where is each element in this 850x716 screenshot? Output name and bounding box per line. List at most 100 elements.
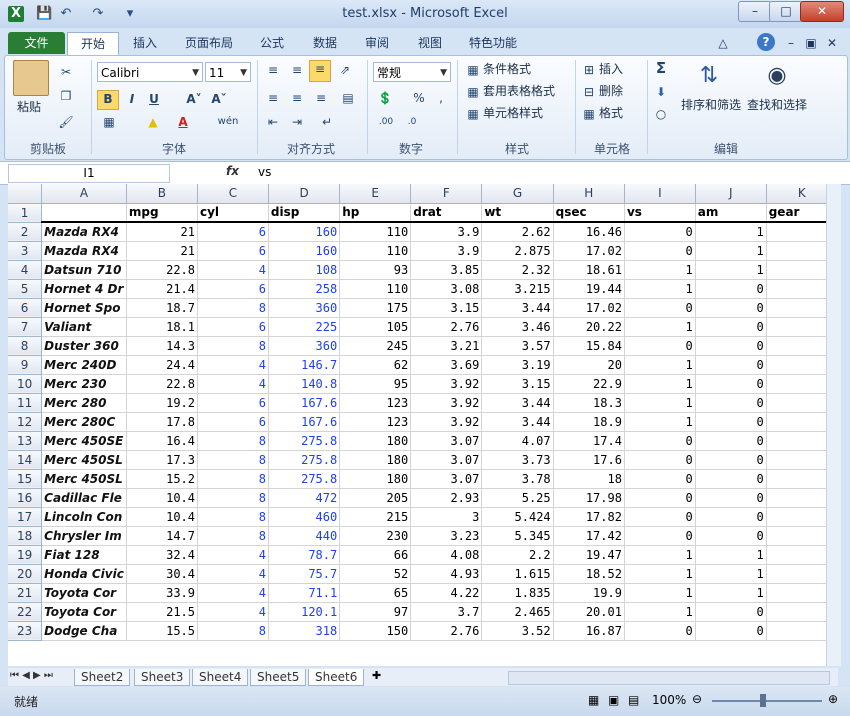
cell-f6[interactable]: 3.15 [410, 298, 483, 318]
cell-g20[interactable]: 1.615 [481, 564, 554, 584]
cell-a13[interactable]: Merc 450SE [41, 431, 127, 451]
cell-g6[interactable]: 3.44 [481, 298, 554, 318]
cell-c13[interactable]: 8 [197, 431, 269, 451]
decrease-decimal-icon[interactable]: .0 [401, 114, 423, 130]
border-icon[interactable]: ▦ [99, 114, 119, 130]
cell-f9[interactable]: 3.69 [410, 355, 483, 375]
cell-f3[interactable]: 3.9 [410, 241, 483, 261]
column-header-f[interactable]: F [410, 184, 483, 204]
find-select-button[interactable]: 查找和选择 [747, 96, 807, 114]
cell-h4[interactable]: 18.61 [553, 260, 625, 280]
cell-e23[interactable]: 150 [339, 621, 412, 641]
cell-i23[interactable]: 0 [624, 621, 696, 641]
cell-h14[interactable]: 17.6 [553, 450, 625, 470]
cell-d5[interactable]: 258 [268, 279, 341, 299]
cell-c22[interactable]: 4 [197, 602, 269, 622]
cell-i14[interactable]: 0 [624, 450, 696, 470]
column-header-d[interactable]: D [268, 184, 341, 204]
cell-c4[interactable]: 4 [197, 260, 269, 280]
row-header[interactable]: 12 [8, 412, 43, 432]
cell-a6[interactable]: Hornet Spo [41, 298, 127, 318]
cell-styles-button[interactable]: 单元格样式 [483, 104, 543, 122]
cell-a5[interactable]: Hornet 4 Dr [41, 279, 127, 299]
cell-j13[interactable]: 0 [695, 431, 767, 451]
select-all-corner[interactable] [8, 184, 43, 204]
sort-filter-icon[interactable]: ⇅ [693, 60, 725, 92]
conditional-format-button[interactable]: 条件格式 [483, 60, 531, 78]
page-layout-view-icon[interactable]: ▣ [608, 693, 619, 707]
cell-a20[interactable]: Honda Civic [41, 564, 127, 584]
cell-j6[interactable]: 0 [695, 298, 767, 318]
cell-d8[interactable]: 360 [268, 336, 341, 356]
cell-b18[interactable]: 14.7 [126, 526, 199, 546]
align-right-icon[interactable]: ≡ [311, 90, 331, 106]
tab-review[interactable]: 审阅 [357, 32, 397, 54]
row-header[interactable]: 11 [8, 393, 43, 413]
cell-i7[interactable]: 1 [624, 317, 696, 337]
minimize-button[interactable]: – [738, 1, 772, 22]
cell-a2[interactable]: Mazda RX4 [41, 222, 127, 242]
cell-e14[interactable]: 180 [339, 450, 412, 470]
cell-i16[interactable]: 0 [624, 488, 696, 508]
insert-function-icon[interactable]: fx [226, 164, 239, 178]
row-header[interactable]: 13 [8, 431, 43, 451]
cell-e1[interactable]: hp [339, 203, 412, 223]
cell-g14[interactable]: 3.73 [481, 450, 554, 470]
cell-b20[interactable]: 30.4 [126, 564, 199, 584]
cell-d12[interactable]: 167.6 [268, 412, 341, 432]
cell-h20[interactable]: 18.52 [553, 564, 625, 584]
cell-d21[interactable]: 71.1 [268, 583, 341, 603]
cell-f8[interactable]: 3.21 [410, 336, 483, 356]
cell-f21[interactable]: 4.22 [410, 583, 483, 603]
cell-d9[interactable]: 146.7 [268, 355, 341, 375]
tab-formulas[interactable]: 公式 [252, 32, 292, 54]
cell-g3[interactable]: 2.875 [481, 241, 554, 261]
cell-e2[interactable]: 110 [339, 222, 412, 242]
cell-e19[interactable]: 66 [339, 545, 412, 565]
cell-e8[interactable]: 245 [339, 336, 412, 356]
cell-e17[interactable]: 215 [339, 507, 412, 527]
underline-button[interactable]: U [145, 91, 163, 107]
formula-input[interactable]: vs [258, 165, 271, 179]
paste-button[interactable]: 粘贴 [17, 98, 41, 116]
cell-f15[interactable]: 3.07 [410, 469, 483, 489]
page-break-view-icon[interactable]: ▤ [628, 693, 639, 707]
normal-view-icon[interactable]: ▦ [588, 693, 599, 707]
cell-g7[interactable]: 3.46 [481, 317, 554, 337]
minimize-ribbon-icon[interactable]: △ [715, 32, 731, 54]
fill-color-icon[interactable]: ▲ [143, 114, 163, 130]
cell-a4[interactable]: Datsun 710 [41, 260, 127, 280]
cell-h18[interactable]: 17.42 [553, 526, 625, 546]
cell-e7[interactable]: 105 [339, 317, 412, 337]
cell-e6[interactable]: 175 [339, 298, 412, 318]
cell-g5[interactable]: 3.215 [481, 279, 554, 299]
row-header[interactable]: 18 [8, 526, 43, 546]
row-header[interactable]: 7 [8, 317, 43, 337]
cell-g13[interactable]: 4.07 [481, 431, 554, 451]
phonetic-icon[interactable]: wén [215, 114, 241, 130]
row-header[interactable]: 15 [8, 469, 43, 489]
cell-g18[interactable]: 5.345 [481, 526, 554, 546]
cell-b14[interactable]: 17.3 [126, 450, 199, 470]
cell-b12[interactable]: 17.8 [126, 412, 199, 432]
cell-h3[interactable]: 17.02 [553, 241, 625, 261]
column-header-e[interactable]: E [339, 184, 412, 204]
cell-j4[interactable]: 1 [695, 260, 767, 280]
cell-h11[interactable]: 18.3 [553, 393, 625, 413]
tab-data[interactable]: 数据 [305, 32, 345, 54]
cell-a3[interactable]: Mazda RX4 [41, 241, 127, 261]
bold-button[interactable]: B [97, 90, 119, 110]
tab-file[interactable]: 文件 [8, 32, 65, 54]
format-cells-button[interactable]: 格式 [599, 104, 623, 122]
cell-d20[interactable]: 75.7 [268, 564, 341, 584]
cell-d23[interactable]: 318 [268, 621, 341, 641]
row-header[interactable]: 23 [8, 621, 43, 641]
cell-b7[interactable]: 18.1 [126, 317, 199, 337]
cell-f10[interactable]: 3.92 [410, 374, 483, 394]
row-header[interactable]: 21 [8, 583, 43, 603]
cell-e22[interactable]: 97 [339, 602, 412, 622]
cell-d14[interactable]: 275.8 [268, 450, 341, 470]
cell-i11[interactable]: 1 [624, 393, 696, 413]
cell-a22[interactable]: Toyota Cor [41, 602, 127, 622]
cell-e16[interactable]: 205 [339, 488, 412, 508]
